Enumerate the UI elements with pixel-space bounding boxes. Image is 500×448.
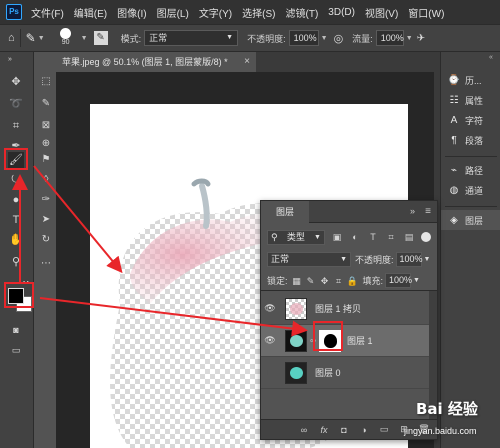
watermark-url: jingyan.baidu.com [404,426,477,436]
watermark-text: Bai 经验 [416,400,478,418]
foreground-color-swatch-front [8,288,24,304]
annotation-arrows [12,165,308,337]
arrow-to-canvas [33,165,123,274]
arrow-to-swatch-mask [39,297,308,337]
